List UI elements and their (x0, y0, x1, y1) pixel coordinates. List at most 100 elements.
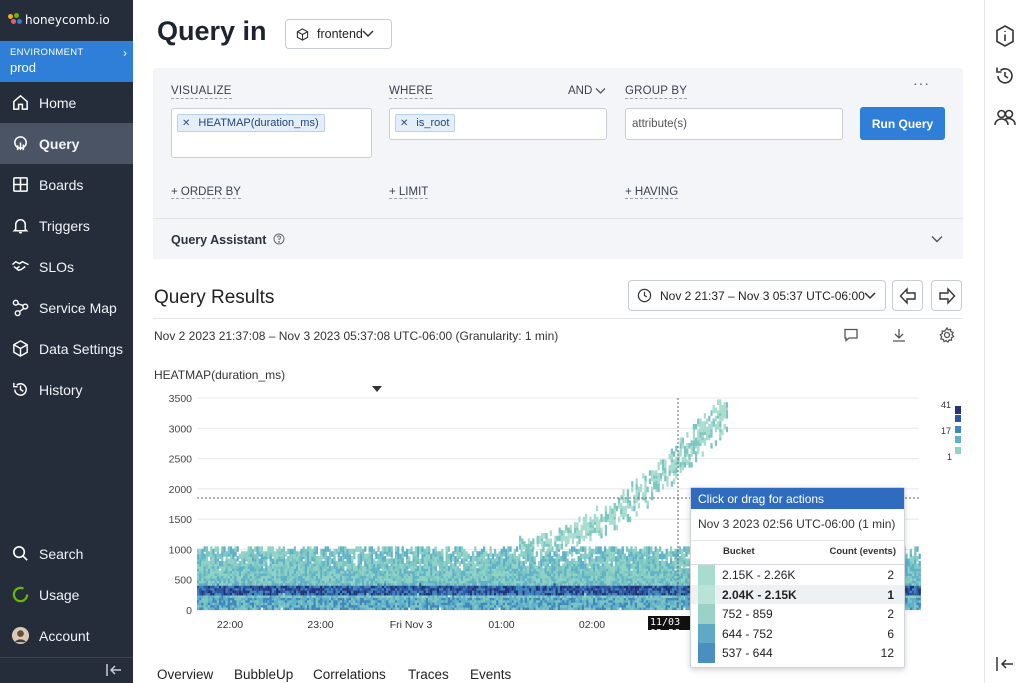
heatmap-cell (485, 563, 488, 569)
nav-item-usage[interactable]: Usage (0, 574, 133, 615)
settings-gear-icon[interactable] (939, 327, 955, 343)
heatmap-cell (342, 597, 345, 603)
heatmap-cell (263, 551, 266, 557)
heatmap-cell (210, 546, 213, 552)
nav-item-account[interactable]: Account (0, 615, 133, 656)
heatmap-cell (617, 568, 620, 574)
nav-item-boards[interactable]: Boards (0, 164, 133, 205)
nav-item-triggers[interactable]: Triggers (0, 205, 133, 246)
history-icon[interactable] (993, 64, 1017, 88)
time-range-picker[interactable]: Nov 2 21:37 – Nov 3 05:37 UTC-06:00 (628, 280, 886, 311)
remove-chip-icon[interactable]: ✕ (182, 118, 190, 129)
heatmap-cell (518, 563, 521, 569)
heatmap-cell (524, 558, 527, 564)
heatmap-cell (630, 551, 633, 557)
group-by-input[interactable]: attribute(s) (625, 108, 843, 140)
environment-switcher[interactable]: ENVIRONMENT prod › (0, 41, 133, 82)
collapse-sidebar-icon[interactable] (105, 663, 123, 677)
download-icon[interactable] (891, 327, 907, 343)
heatmap-cell (296, 556, 299, 562)
heatmap-cell (298, 551, 301, 557)
heatmap-cell (641, 568, 644, 574)
comment-icon[interactable] (843, 327, 859, 343)
heatmap-cell (348, 553, 351, 560)
heatmap-cell (502, 577, 505, 584)
y-tick-label: 3500 (169, 393, 193, 405)
collapse-rail-icon[interactable] (995, 656, 1015, 672)
nav-label: Service Map (39, 299, 117, 316)
heatmap-cell (386, 558, 389, 564)
nav-item-home[interactable]: Home (0, 82, 133, 123)
heatmap-cell (412, 594, 415, 601)
nav-item-search[interactable]: Search (0, 533, 133, 574)
heatmap-cell (381, 551, 384, 557)
more-options-icon[interactable]: ··· (913, 75, 930, 91)
heatmap-cell (498, 551, 501, 557)
heatmap-cell (236, 563, 239, 569)
heatmap-cell (604, 560, 607, 567)
heatmap-cell (280, 568, 283, 574)
dataset-selector[interactable]: frontend (285, 19, 392, 49)
where-operator-select[interactable]: AND (568, 85, 606, 97)
heatmap-cell (663, 560, 666, 567)
team-icon[interactable] (993, 106, 1017, 130)
heatmap-cell (593, 548, 596, 555)
query-assistant-panel[interactable]: Query Assistant (153, 218, 963, 259)
where-chip[interactable]: ✕ is_root (395, 114, 456, 132)
time-forward-button[interactable] (931, 280, 962, 311)
heatmap-cell (595, 570, 598, 577)
heatmap-cell (357, 546, 360, 552)
heatmap-cell (461, 570, 464, 577)
heatmap-cell (621, 546, 624, 552)
heatmap-cell (304, 548, 307, 555)
heatmap-cell (285, 585, 288, 591)
heatmap-cell (399, 568, 402, 574)
heatmap-cell (329, 558, 332, 564)
heatmap-cell (329, 548, 332, 555)
heatmap-cell (630, 556, 633, 562)
time-back-button[interactable] (892, 280, 923, 311)
heatmap-cell (447, 558, 450, 564)
heatmap-cell (434, 560, 437, 567)
heatmap-cell (227, 546, 230, 552)
heatmap-cell (540, 560, 543, 567)
heatmap-cell (390, 546, 393, 552)
heatmap-cell (551, 568, 554, 574)
where-input[interactable]: ✕ is_root (389, 108, 607, 140)
heatmap-cell (553, 551, 556, 557)
nav-item-history[interactable]: History (0, 369, 133, 410)
heatmap-cell (447, 565, 450, 572)
run-query-button[interactable]: Run Query (860, 107, 945, 140)
heatmap-cell (353, 563, 356, 569)
brand-logo[interactable]: honeycomb.io (0, 0, 133, 40)
heatmap-cell (601, 551, 604, 557)
nav-item-slos[interactable]: SLOs (0, 246, 133, 287)
heatmap-cell (425, 570, 428, 577)
nav-item-data-settings[interactable]: Data Settings (0, 328, 133, 369)
heatmap-cell (403, 551, 406, 557)
nav-item-query[interactable]: Query (0, 123, 133, 164)
heatmap-cell (674, 563, 677, 569)
remove-chip-icon[interactable]: ✕ (400, 118, 408, 129)
nav-label: Account (39, 627, 90, 644)
heatmap-cell (476, 556, 479, 562)
heatmap-cell (489, 551, 492, 557)
help-icon[interactable] (273, 233, 285, 245)
heatmap-cell (681, 556, 684, 562)
heatmap-cell (388, 565, 391, 572)
visualize-chip[interactable]: ✕ HEATMAP(duration_ms) (177, 114, 325, 132)
nav-item-service-map[interactable]: Service Map (0, 287, 133, 328)
visualize-input[interactable]: ✕ HEATMAP(duration_ms) (171, 108, 372, 158)
heatmap-cell (595, 546, 598, 552)
heatmap-cell (480, 558, 483, 564)
add-having-link[interactable]: + HAVING (625, 186, 679, 199)
heatmap-cell (375, 551, 378, 557)
heatmap-cell (296, 551, 299, 557)
add-order-by-link[interactable]: + ORDER BY (171, 186, 241, 199)
info-icon[interactable] (993, 24, 1017, 48)
heatmap-cell (467, 553, 470, 560)
heatmap-cell (227, 565, 230, 572)
environment-label: ENVIRONMENT (10, 47, 84, 58)
heatmap-cell (214, 546, 217, 552)
add-limit-link[interactable]: + LIMIT (389, 186, 429, 199)
